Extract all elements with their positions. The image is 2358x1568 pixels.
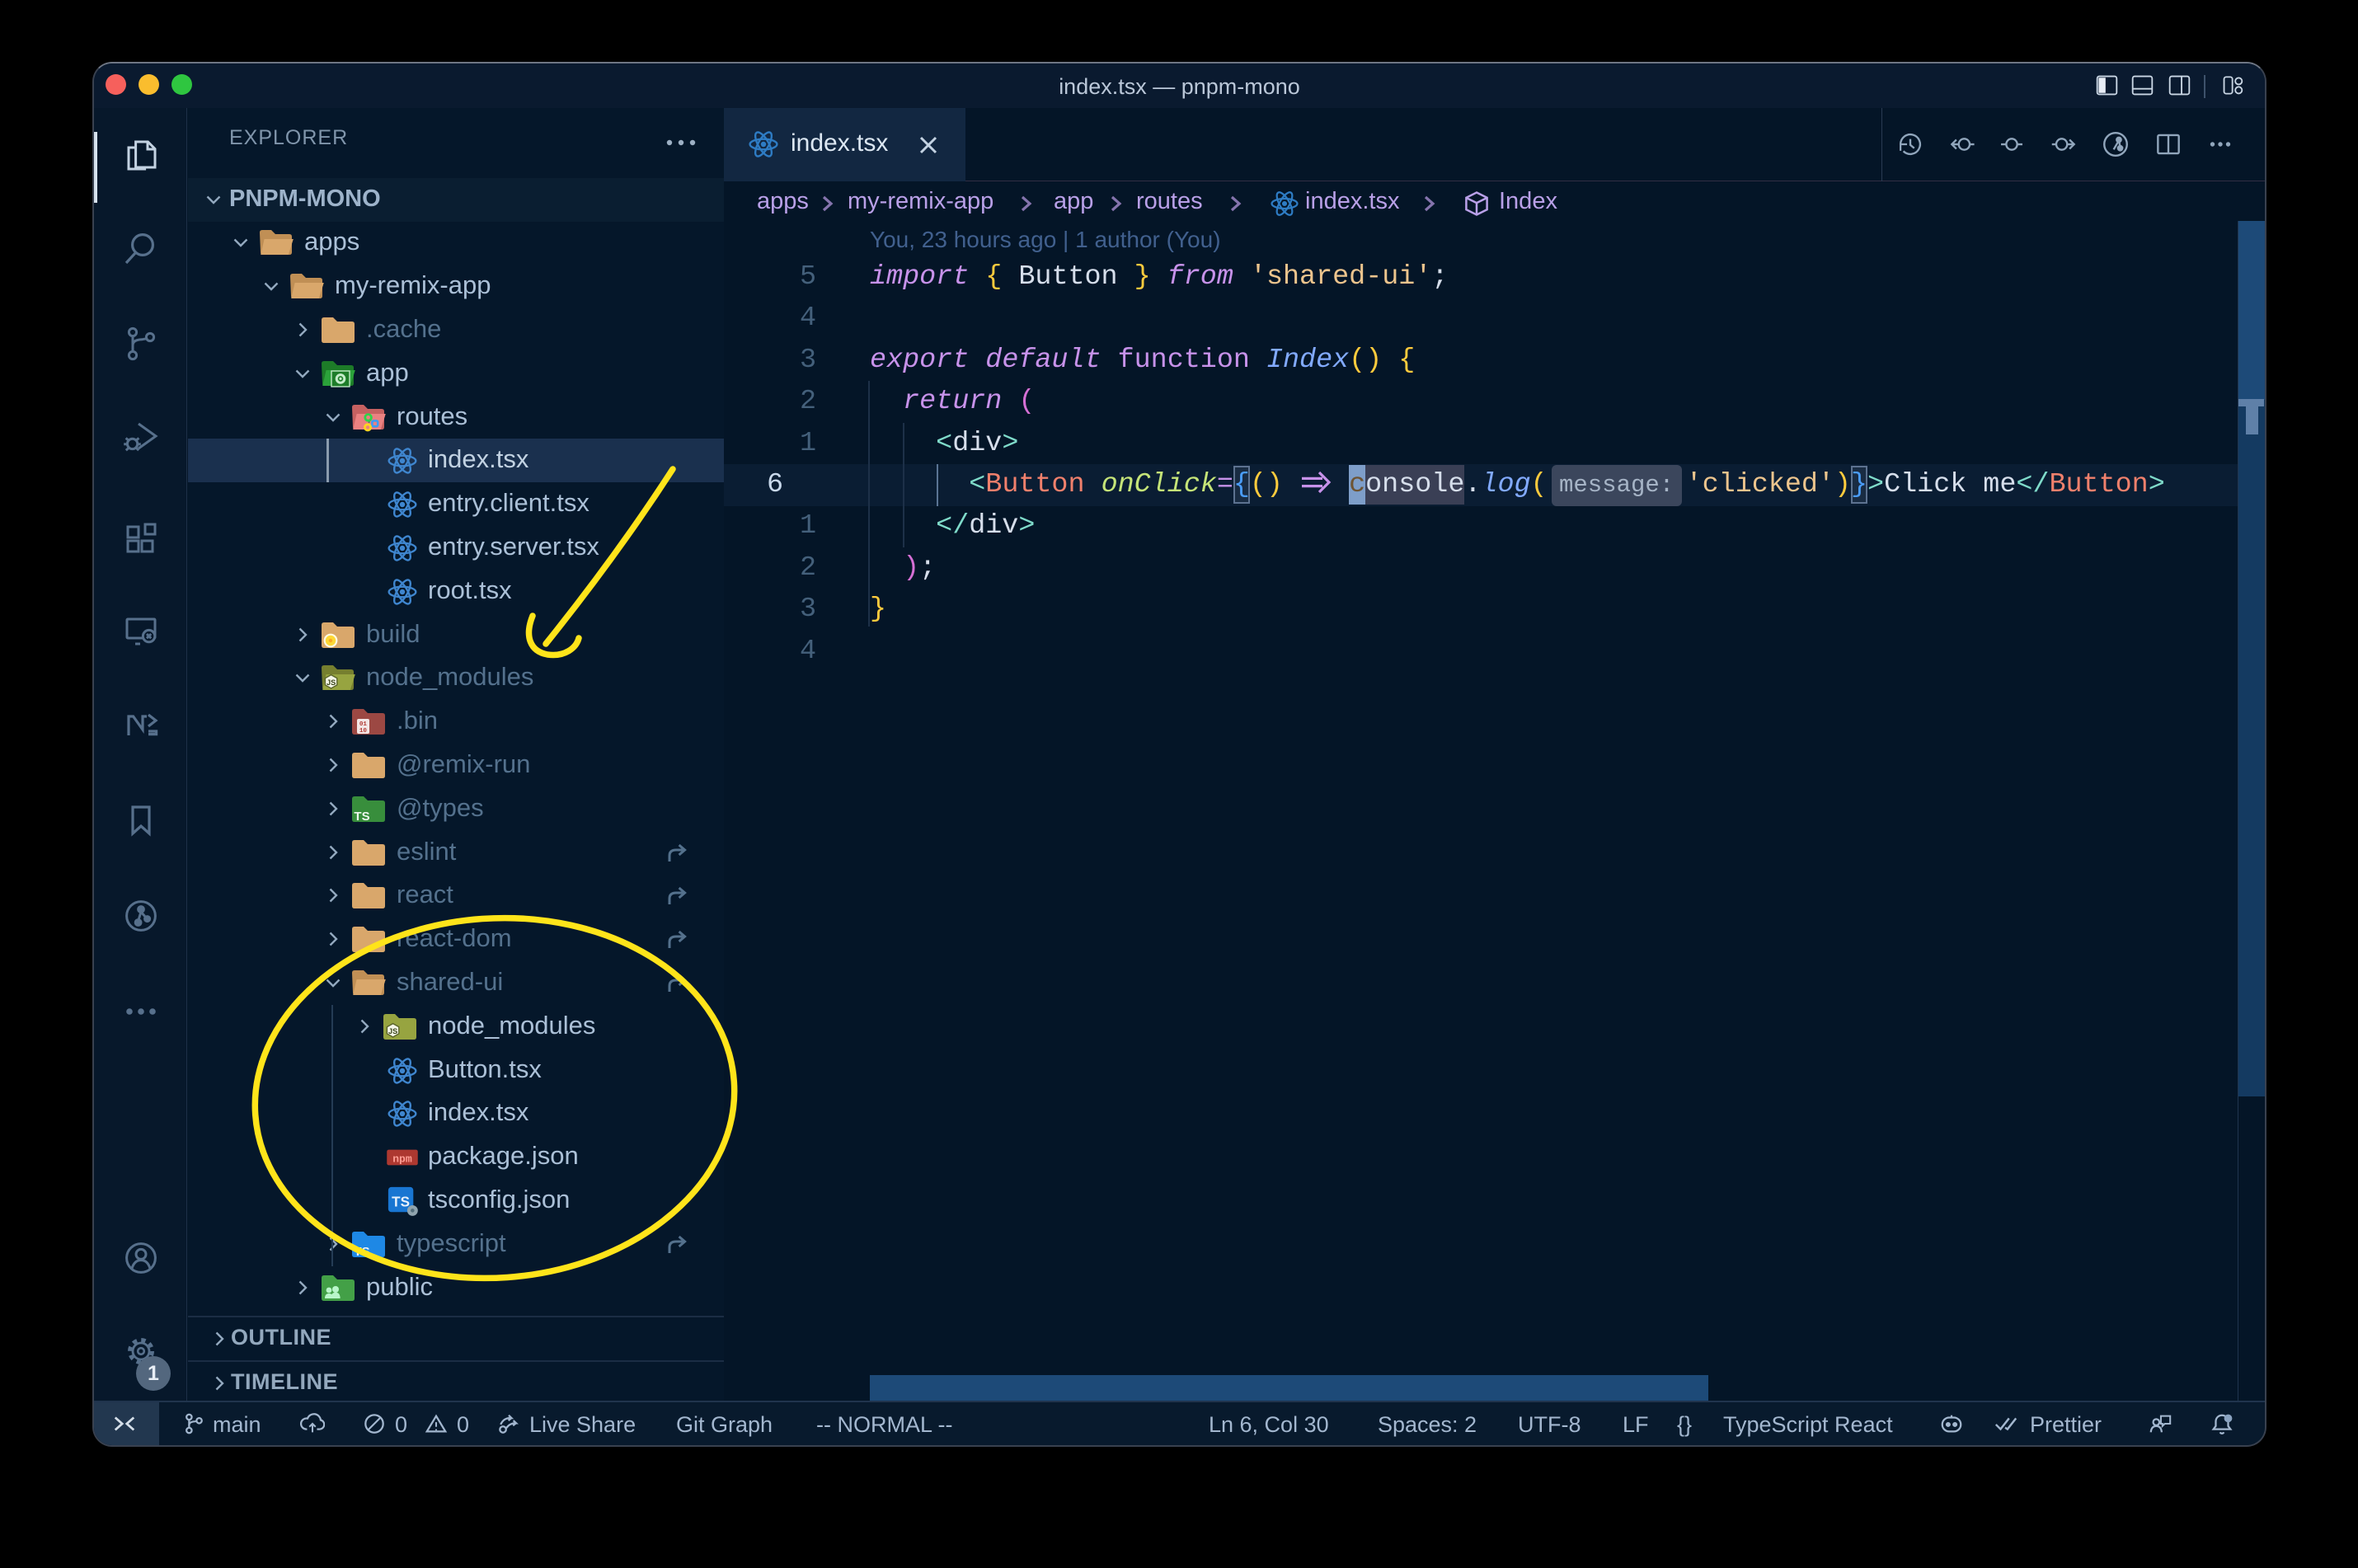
svg-text:01: 01 bbox=[359, 721, 368, 728]
svg-text:JS: JS bbox=[388, 1027, 397, 1035]
svg-text:TS: TS bbox=[392, 1195, 410, 1210]
svg-text:10: 10 bbox=[359, 728, 368, 735]
svg-text:TS: TS bbox=[354, 810, 369, 824]
svg-text:npm: npm bbox=[392, 1153, 412, 1166]
svg-text:TS: TS bbox=[354, 1245, 369, 1259]
svg-text:JS: JS bbox=[326, 679, 336, 688]
